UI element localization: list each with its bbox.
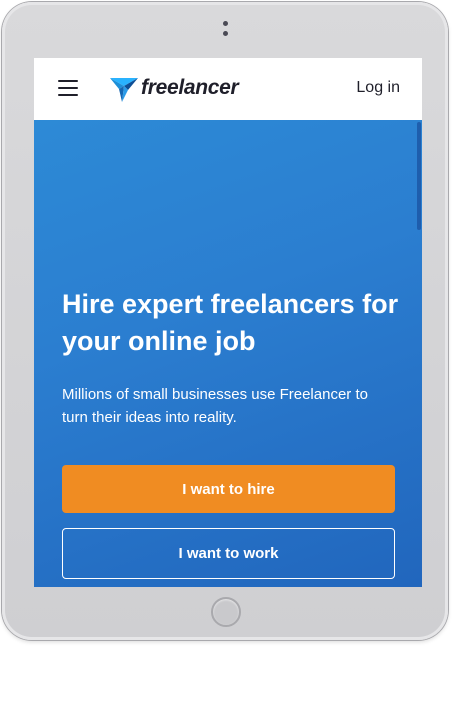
home-button[interactable] bbox=[211, 597, 241, 627]
hero-section: Hire expert freelancers for your online … bbox=[34, 120, 422, 587]
scrollbar[interactable] bbox=[417, 122, 421, 230]
logo-text: freelancer bbox=[141, 76, 239, 99]
login-link[interactable]: Log in bbox=[356, 79, 400, 97]
freelancer-logo[interactable]: freelancer bbox=[108, 71, 239, 105]
front-camera bbox=[223, 21, 228, 26]
top-navbar: freelancer Log in bbox=[34, 58, 422, 120]
hero-subtext: Millions of small businesses use Freelan… bbox=[62, 386, 368, 426]
freelancer-bird-icon bbox=[110, 78, 138, 102]
ambient-sensor bbox=[223, 31, 228, 36]
hire-button[interactable]: I want to hire bbox=[62, 465, 395, 513]
tablet-frame: freelancer Log in Hire expert freelancer… bbox=[2, 2, 448, 640]
tablet-screen: freelancer Log in Hire expert freelancer… bbox=[34, 58, 422, 587]
hamburger-menu-icon[interactable] bbox=[58, 79, 78, 96]
work-button[interactable]: I want to work bbox=[62, 528, 395, 579]
hero-headline: Hire expert freelancers for your online … bbox=[62, 289, 399, 356]
